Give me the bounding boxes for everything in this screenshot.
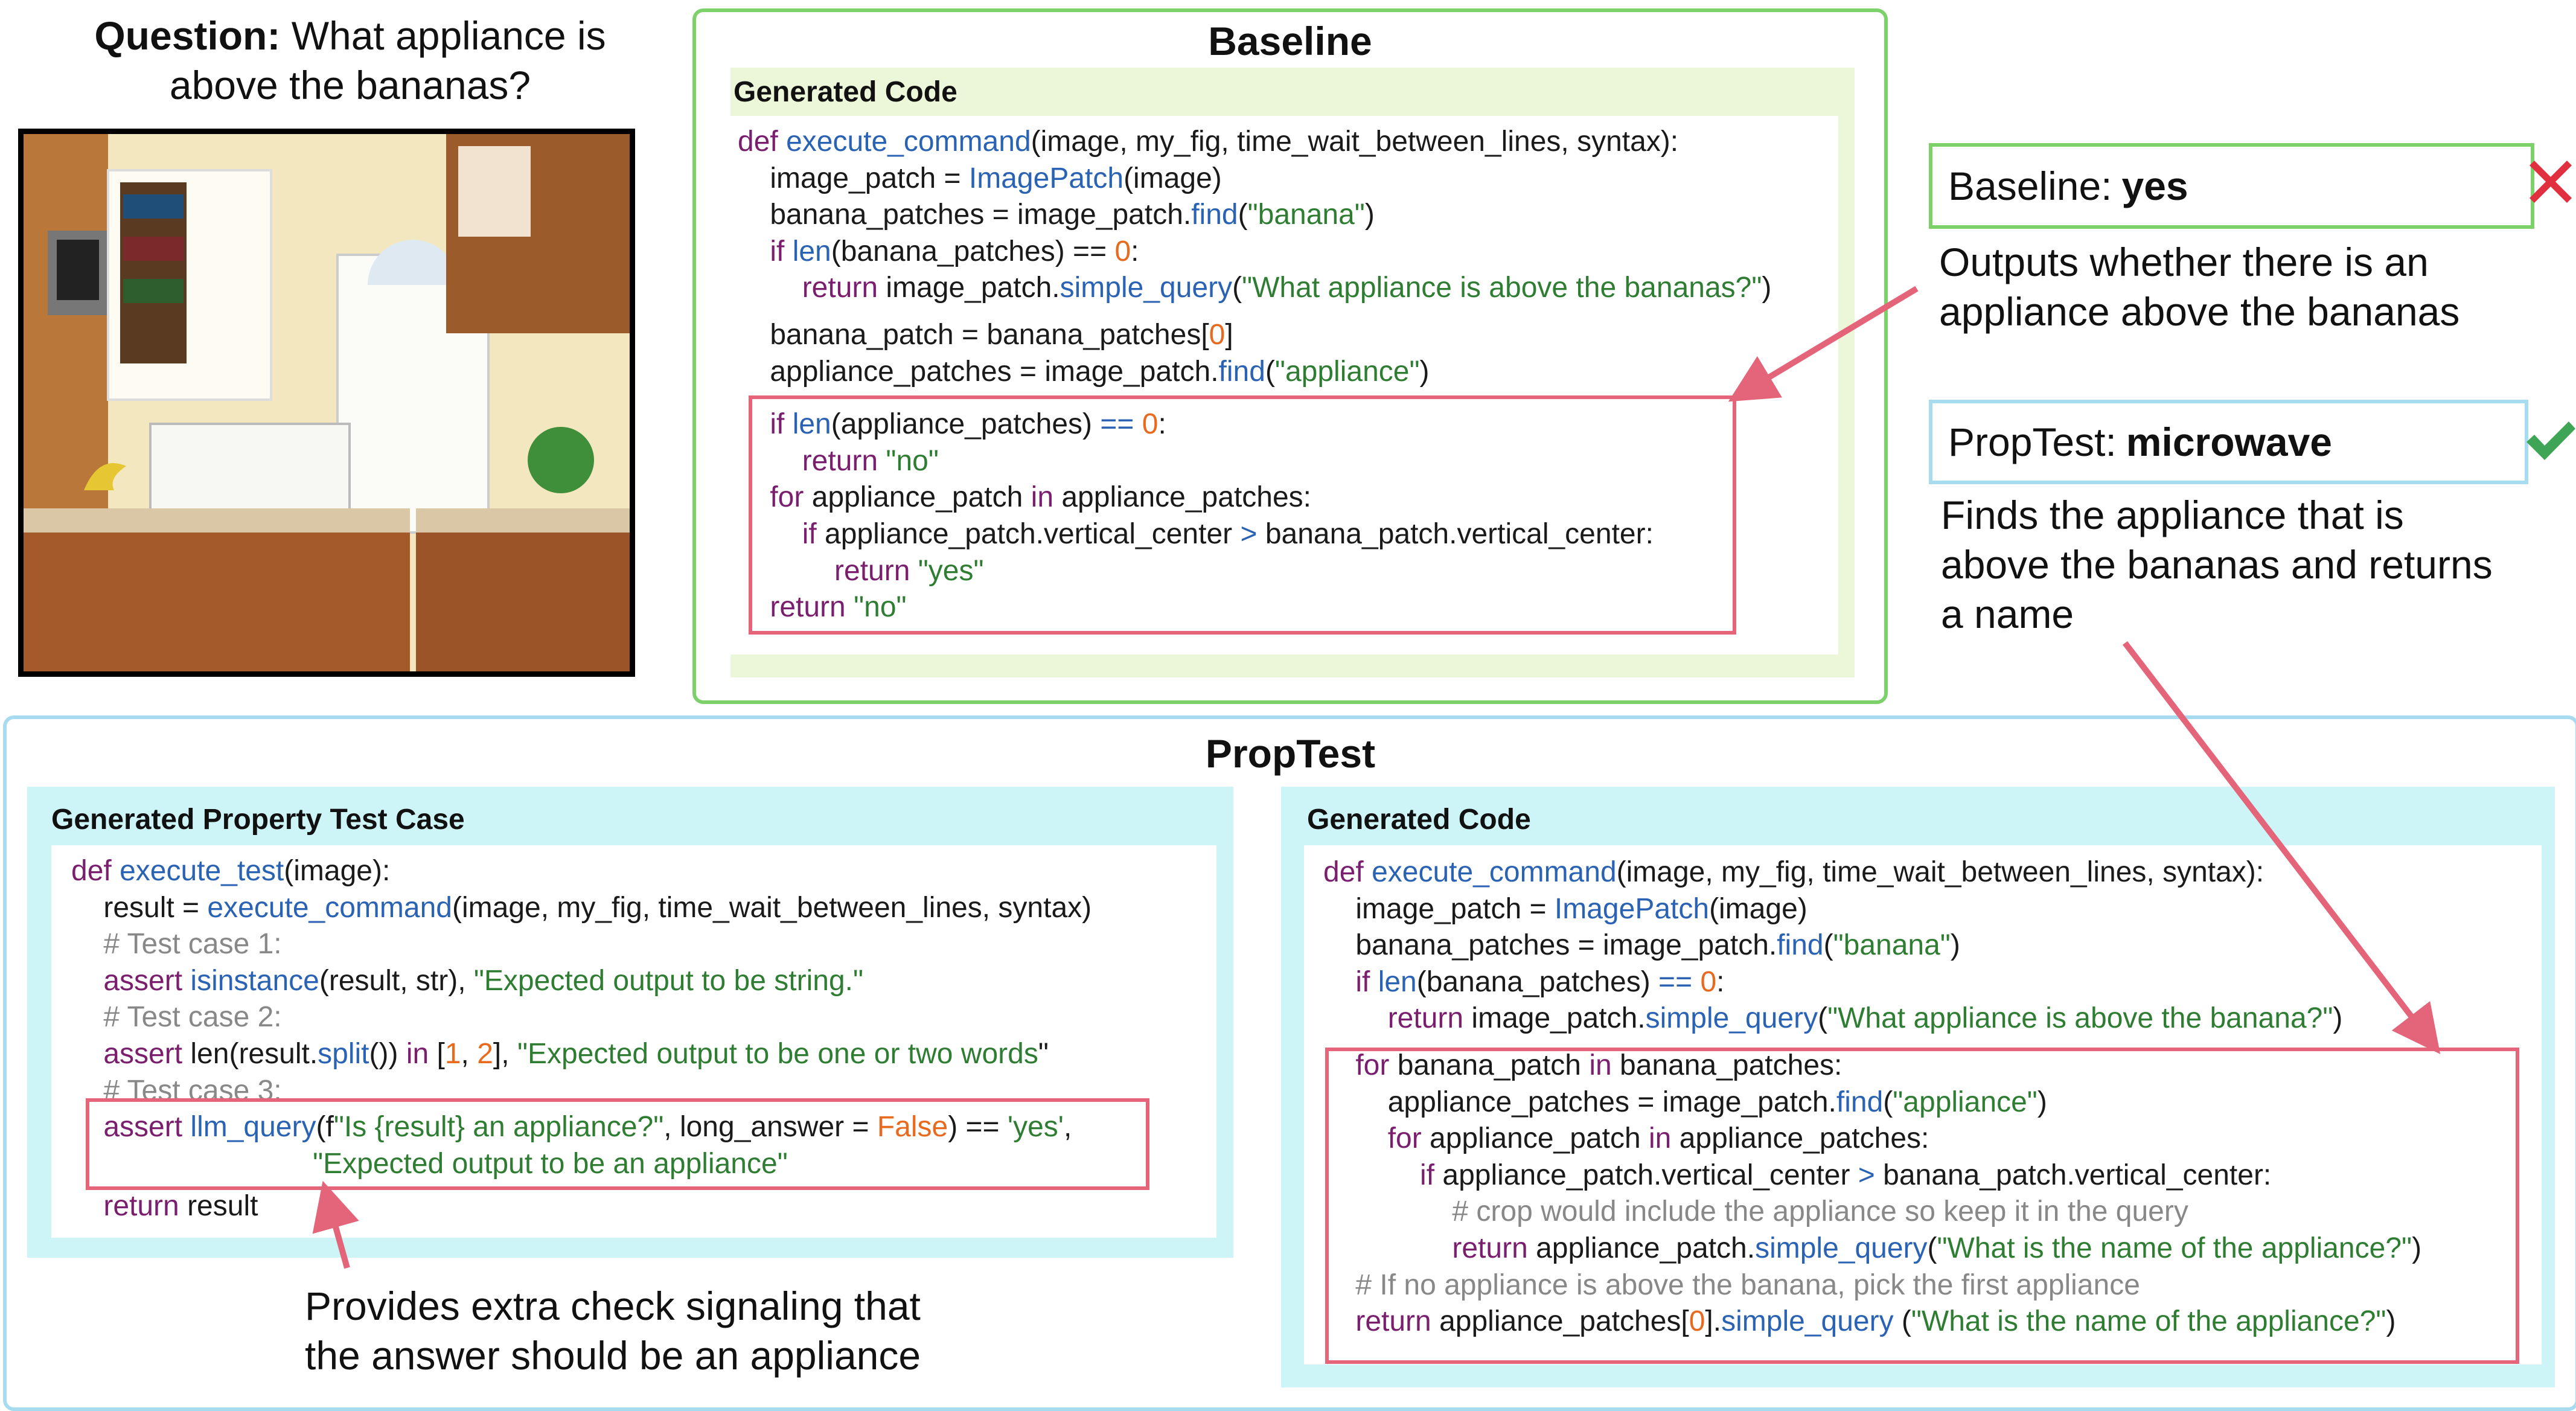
arrow-test-case [312, 1180, 359, 1269]
arrow-baseline [1728, 286, 1919, 402]
arrow-proptest [2123, 641, 2441, 1054]
arrows-layer [312, 286, 2441, 1269]
